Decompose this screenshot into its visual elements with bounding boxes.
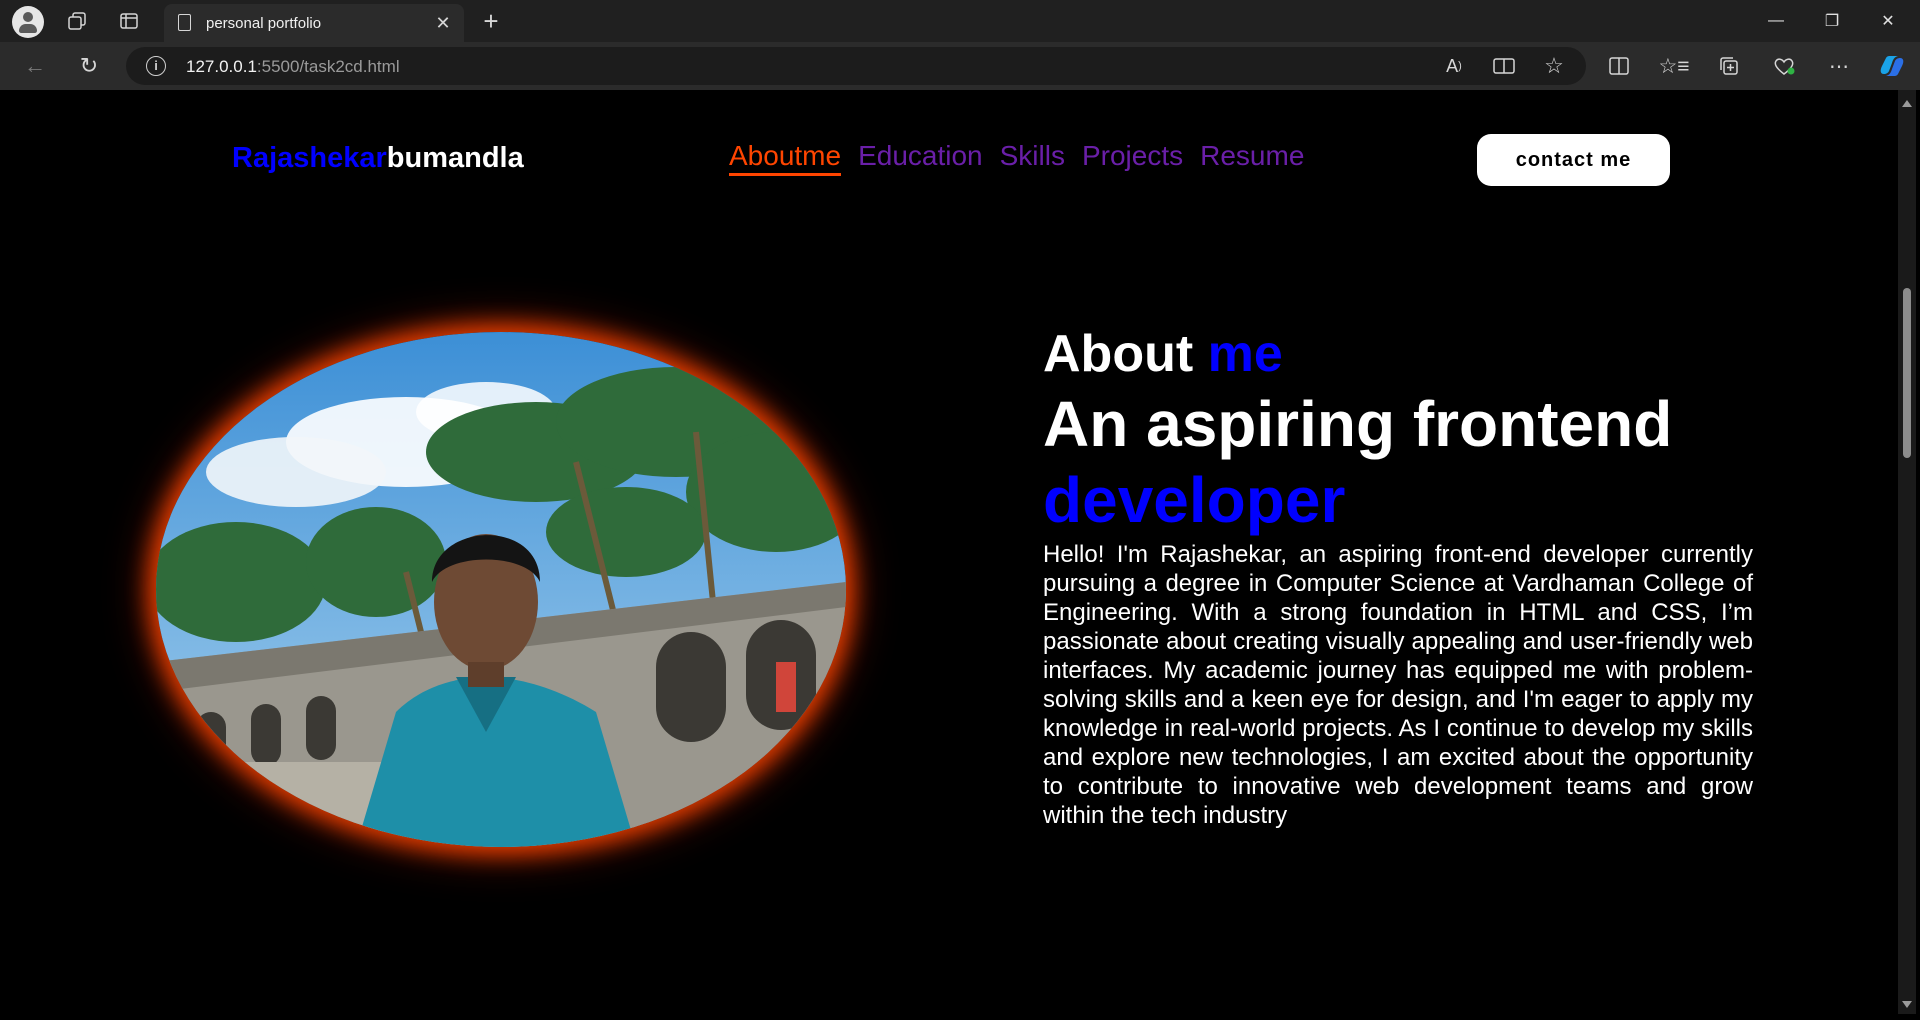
read-aloud-icon[interactable]: A) [1438, 52, 1470, 80]
back-icon[interactable]: ← [20, 52, 50, 80]
main-nav: Aboutme Education Skills Projects Resume [729, 140, 1304, 176]
nav-link-aboutme[interactable]: Aboutme [729, 140, 842, 176]
copilot-icon[interactable] [1876, 52, 1908, 80]
profile-photo [156, 332, 846, 847]
page-viewport: Rajashekarbumandla Aboutme Education Ski… [6, 90, 1898, 1014]
close-icon[interactable]: ✕ [432, 12, 454, 34]
scroll-down-icon[interactable] [1902, 1001, 1912, 1008]
scroll-thumb[interactable] [1903, 288, 1911, 458]
nav-link-projects[interactable]: Projects [1082, 140, 1183, 176]
workspaces-icon[interactable] [62, 8, 92, 34]
restore-button[interactable]: ❐ [1804, 0, 1860, 42]
minimize-button[interactable]: — [1748, 0, 1804, 42]
logo-first-name: Rajashekar [232, 142, 387, 174]
tab-actions-icon[interactable] [114, 8, 144, 34]
refresh-icon[interactable]: ↻ [74, 52, 104, 80]
immersive-reader-icon[interactable] [1488, 52, 1520, 80]
site-logo[interactable]: Rajashekarbumandla [232, 142, 524, 175]
scroll-up-icon[interactable] [1902, 100, 1912, 107]
document-icon [178, 14, 191, 31]
favorites-icon[interactable]: ☆≡ [1658, 52, 1690, 80]
nav-link-skills[interactable]: Skills [1000, 140, 1065, 176]
profile-icon[interactable] [12, 6, 44, 38]
new-tab-icon[interactable]: + [478, 6, 504, 36]
nav-link-education[interactable]: Education [858, 140, 983, 176]
about-title: About me [1043, 325, 1283, 383]
more-icon[interactable]: ⋯ [1823, 52, 1855, 80]
favorite-star-icon[interactable]: ☆ [1538, 52, 1570, 80]
page-scrollbar[interactable] [1898, 90, 1916, 1014]
info-icon[interactable]: i [146, 56, 166, 76]
contact-me-button[interactable]: contact me [1477, 134, 1670, 186]
nav-link-resume[interactable]: Resume [1200, 140, 1304, 176]
browser-essentials-icon[interactable] [1768, 52, 1800, 80]
url-text[interactable]: 127.0.0.1:5500/task2cd.html [186, 57, 400, 77]
logo-last-name: bumandla [386, 142, 524, 174]
bio-paragraph: Hello! I'm Rajashekar, an aspiring front… [1043, 541, 1753, 829]
close-window-button[interactable]: ✕ [1860, 0, 1916, 42]
split-screen-icon[interactable] [1603, 52, 1635, 80]
collections-icon[interactable] [1713, 52, 1745, 80]
tab-title: personal portfolio [206, 15, 322, 32]
tab-bar: personal portfolio ✕ + — ❐ ✕ [0, 0, 1920, 42]
address-bar[interactable]: i 127.0.0.1:5500/task2cd.html [126, 47, 1586, 85]
active-tab[interactable]: personal portfolio ✕ [164, 4, 464, 42]
headline: An aspiring frontend developer [1043, 388, 1673, 536]
